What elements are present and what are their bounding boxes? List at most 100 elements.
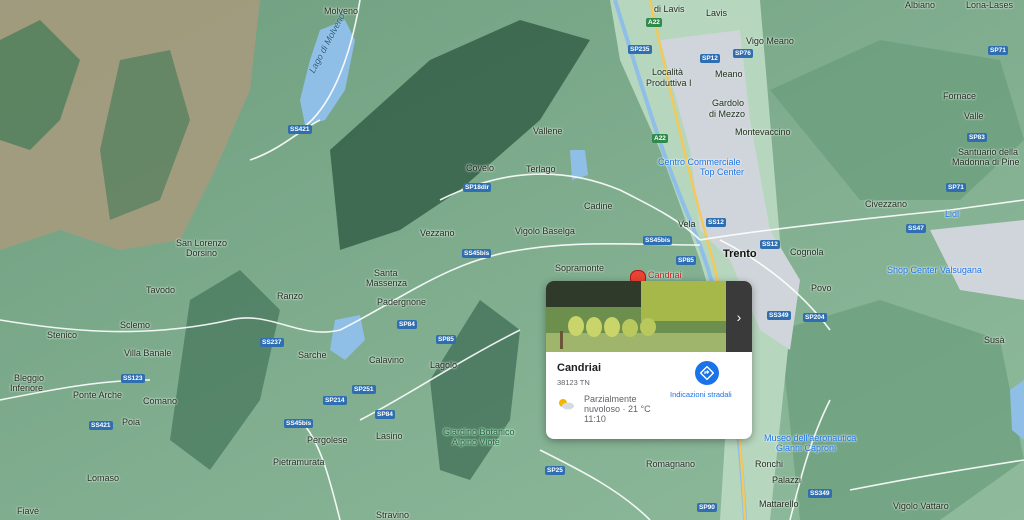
road-shield: SS12: [760, 240, 780, 249]
road-shield: SP214: [323, 396, 347, 405]
partly-cloudy-icon: [559, 399, 574, 410]
road-shield: SP76: [733, 49, 753, 58]
poi-label[interactable]: Gianni Caproni: [776, 443, 836, 453]
road-shield: SS421: [89, 421, 113, 430]
road-shield: SP83: [967, 133, 987, 142]
place-label: Massenza: [366, 278, 408, 288]
place-label: Pergolese: [307, 435, 348, 445]
chevron-right-icon: ›: [736, 308, 742, 325]
place-label: Lomaso: [87, 473, 120, 483]
pinned-place-label[interactable]: Candriai: [648, 270, 682, 280]
place-label: Ranzo: [277, 291, 304, 301]
road-shield: A22: [646, 18, 662, 27]
place-label: Bleggio: [14, 373, 45, 383]
road-shield: SP204: [803, 313, 827, 322]
place-label: Calavino: [369, 355, 405, 365]
road-shield: SP84: [397, 320, 417, 329]
road-shield: SS349: [808, 489, 832, 498]
map-canvas[interactable]: [0, 0, 1024, 520]
local-time: 11:10: [584, 414, 606, 424]
road-shield: SS45bis: [643, 236, 673, 245]
place-label: Albiano: [905, 0, 936, 10]
place-label: Tavodo: [146, 285, 176, 295]
next-photo-button[interactable]: ›: [726, 281, 752, 352]
place-label: Stravino: [376, 510, 410, 520]
place-label: Santuario della: [958, 147, 1019, 157]
road-shield: SP85: [436, 335, 456, 344]
place-label: Santa: [374, 268, 398, 278]
road-shield: SP84: [375, 410, 395, 419]
park-label[interactable]: Alpino Viote: [452, 437, 500, 447]
place-label: Vigo Meano: [746, 36, 794, 46]
place-label: Civezzano: [865, 199, 908, 209]
place-label: Valle: [964, 111, 984, 121]
place-label: Gardolo: [712, 98, 745, 108]
poi-label[interactable]: Museo dell'aeronautica: [764, 433, 856, 443]
poi-label[interactable]: Lidl: [945, 209, 959, 219]
place-label: Lagolo: [430, 360, 458, 370]
road-shield: A22: [652, 134, 668, 143]
road-shield: SS421: [288, 125, 312, 134]
place-label: Ronchi: [755, 459, 784, 469]
place-label: di Lavis: [654, 4, 685, 14]
directions-icon: [700, 366, 714, 380]
place-label: Dorsino: [186, 248, 218, 258]
road-shield: SP85: [676, 256, 696, 265]
place-photo[interactable]: [546, 281, 726, 352]
place-name: Candriai: [557, 362, 602, 374]
road-shield: SS12: [706, 218, 726, 227]
road-shield: SP90: [697, 503, 717, 512]
place-label: Villa Banale: [124, 348, 172, 358]
directions-label[interactable]: Indicazioni stradali: [670, 390, 732, 399]
poi-label[interactable]: Top Center: [700, 167, 744, 177]
place-label: Pietramurata: [273, 457, 325, 467]
road-shield: SP12: [700, 54, 720, 63]
place-label: Inferiore: [10, 383, 44, 393]
place-label: Produttiva I: [646, 78, 692, 88]
place-label: Cognola: [790, 247, 824, 257]
city-label: Trento: [723, 248, 757, 260]
place-label: Località: [652, 67, 684, 77]
place-label: Mattarello: [759, 499, 799, 509]
road-shield: SS47: [906, 224, 926, 233]
park-label[interactable]: Giardino Botanico: [443, 427, 515, 437]
road-shield: SP71: [946, 183, 966, 192]
road-shield: SP71: [988, 46, 1008, 55]
place-label: Terlago: [526, 164, 556, 174]
place-label: Ponte Arche: [73, 390, 123, 400]
place-label: Lona-Lases: [966, 0, 1014, 10]
place-label: Sarche: [298, 350, 327, 360]
road-shield: SP18dir: [463, 183, 492, 192]
place-label: Sclemo: [120, 320, 151, 330]
weather-text: Parzialmente nuvoloso · 21 °C: [584, 394, 651, 414]
place-label: Lasino: [376, 431, 403, 441]
place-label: Vallene: [533, 126, 563, 136]
road-shield: SS123: [121, 374, 145, 383]
road-shield: SS237: [260, 338, 284, 347]
poi-label[interactable]: Centro Commerciale: [658, 157, 741, 167]
place-label: Vezzano: [420, 228, 455, 238]
place-label: Cadine: [584, 201, 613, 211]
place-label: di Mezzo: [709, 109, 746, 119]
road-shield: SS45bis: [284, 419, 314, 428]
place-card[interactable]: › Candriai 38123 TN Parzialmente nuvolos…: [546, 281, 752, 439]
road-shield: SS349: [767, 311, 791, 320]
lake: [570, 150, 588, 180]
place-label: Stenico: [47, 330, 78, 340]
directions-button[interactable]: [695, 361, 719, 385]
place-label: Fiavé: [17, 506, 40, 516]
road-shield: SP25: [545, 466, 565, 475]
place-label: Montevaccino: [735, 127, 791, 137]
road-shield: SP251: [352, 385, 376, 394]
place-label: Fornace: [943, 91, 977, 101]
place-label: Meano: [715, 69, 743, 79]
place-label: Palazzi: [772, 475, 802, 485]
place-label: Poia: [122, 417, 141, 427]
place-label: Povo: [811, 283, 832, 293]
road-shield: SP235: [628, 45, 652, 54]
place-label: Sopramonte: [555, 263, 605, 273]
place-label: San Lorenzo: [176, 238, 228, 248]
place-address: 38123 TN: [557, 378, 590, 387]
place-label: Vigolo Vattaro: [893, 501, 949, 511]
poi-label[interactable]: Shop Center Valsugana: [887, 265, 982, 275]
